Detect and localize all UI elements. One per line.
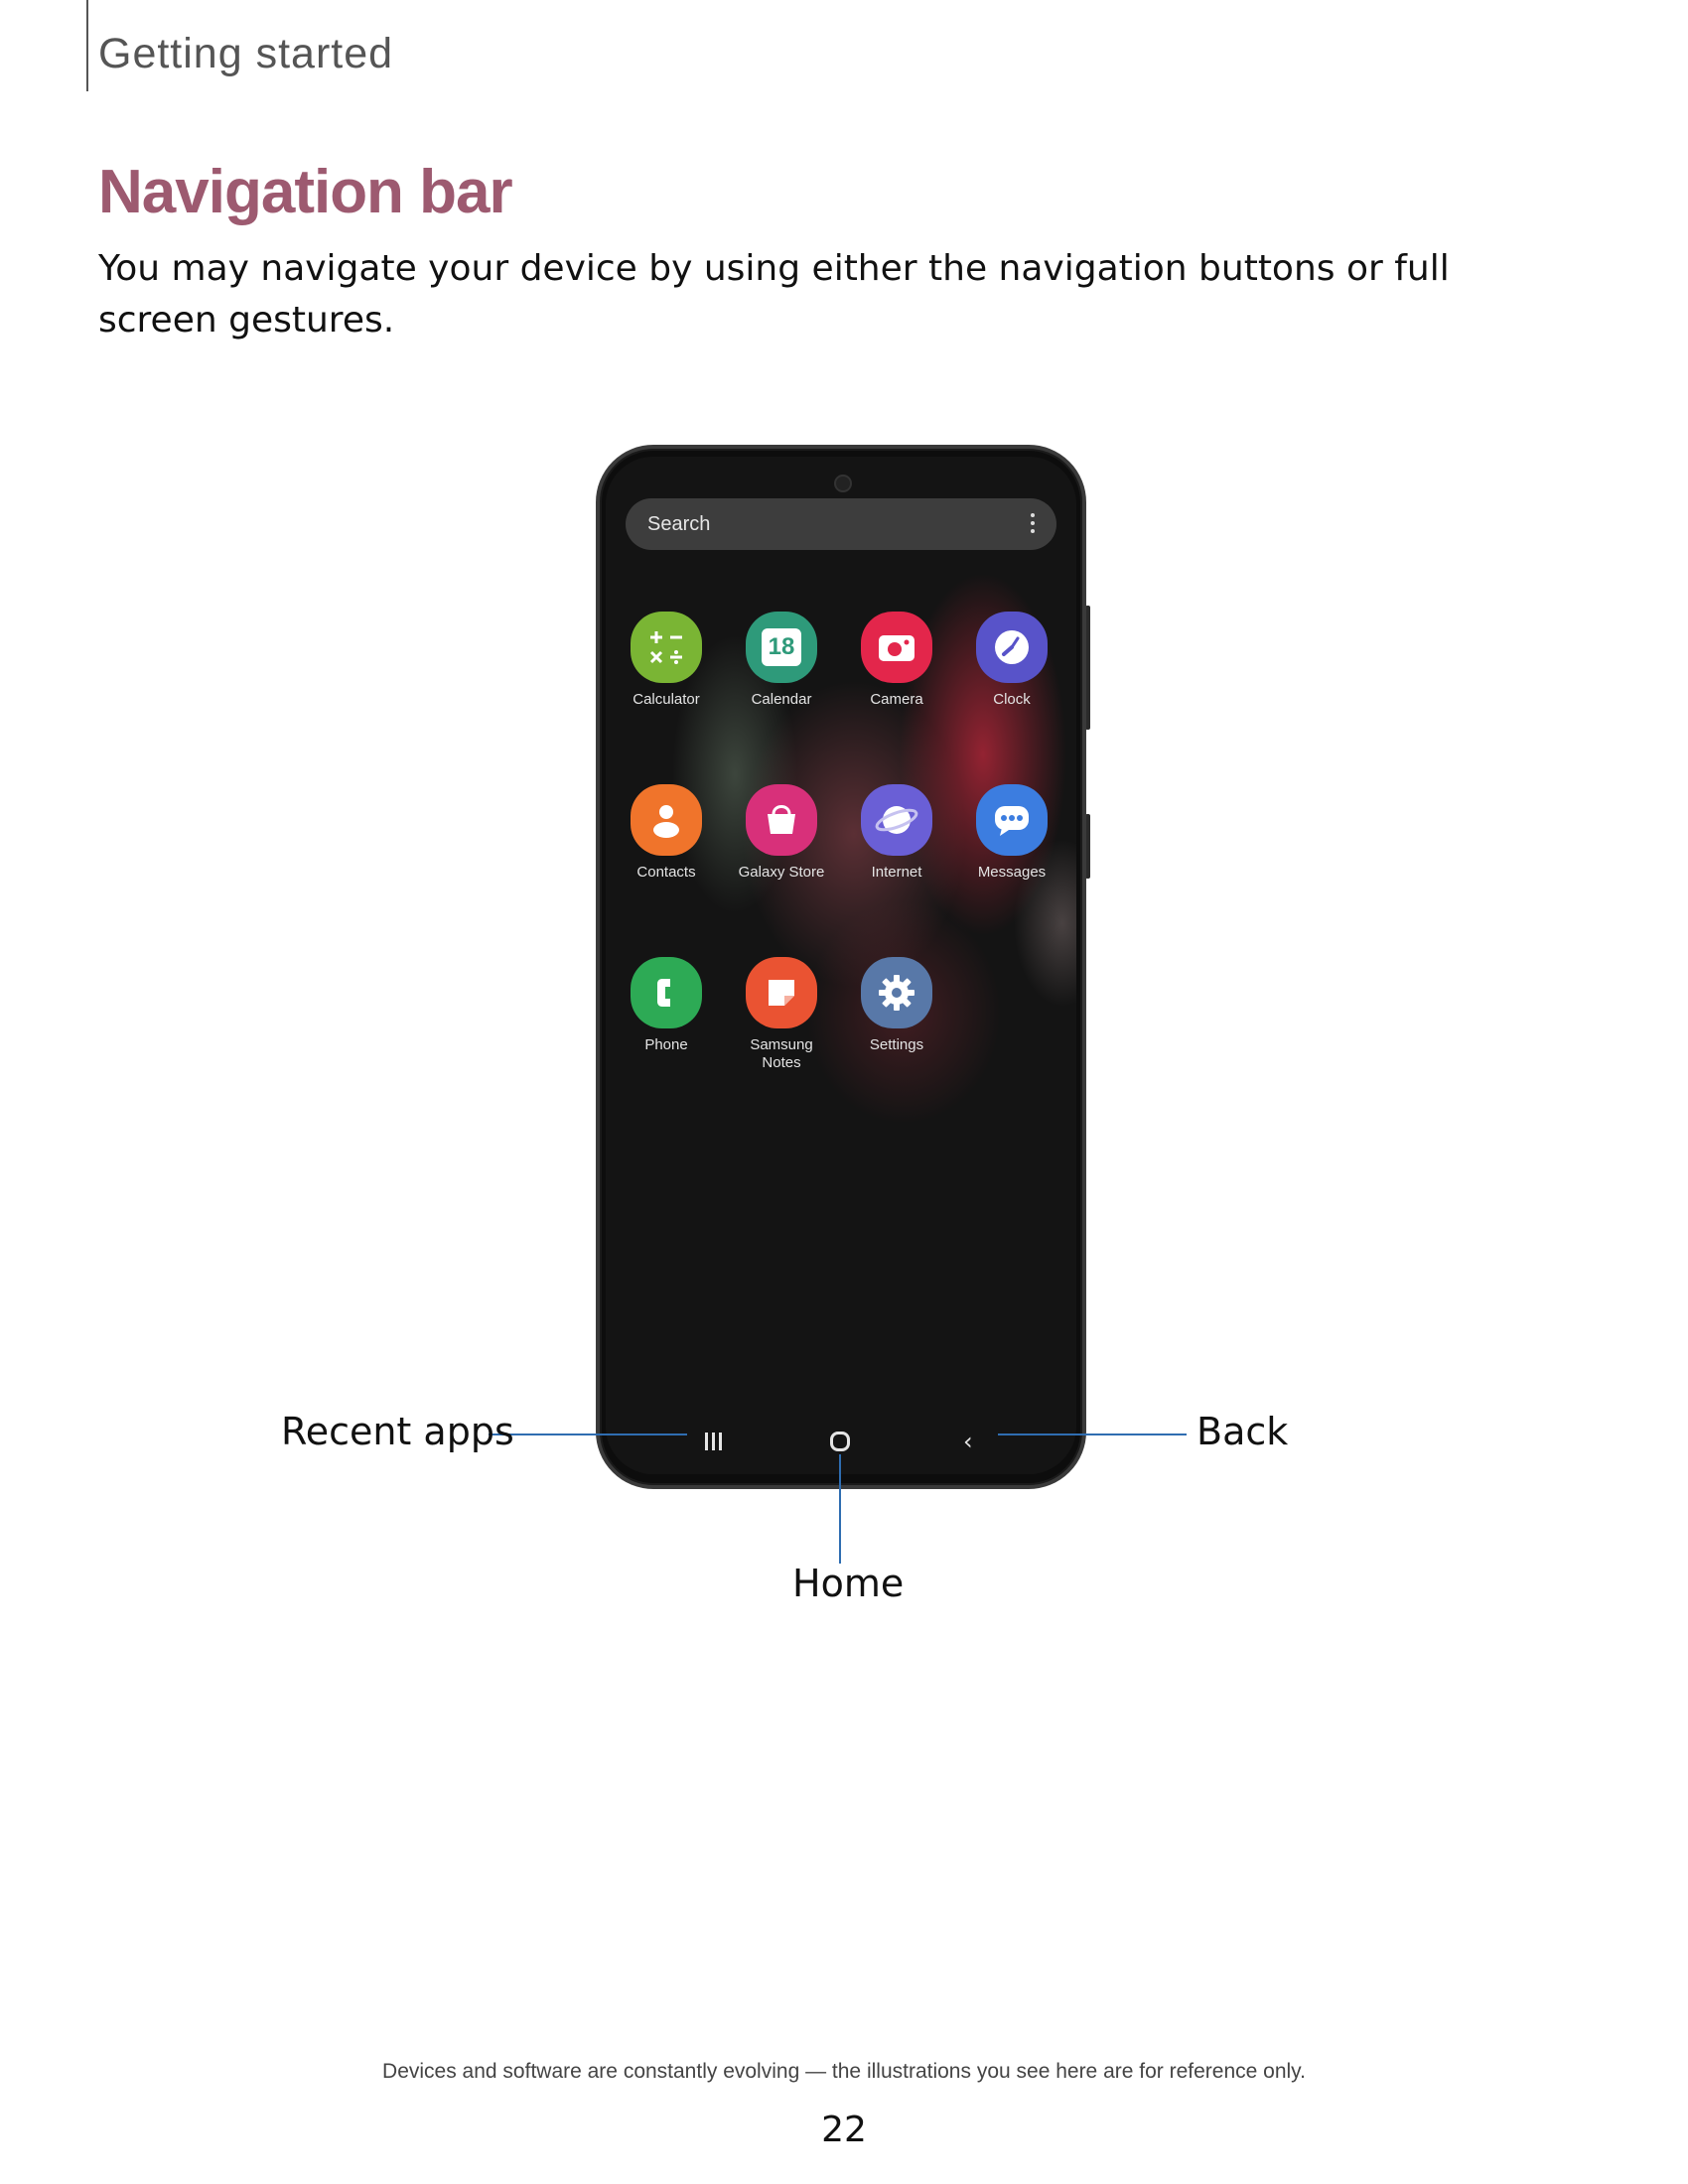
phone-screen: Search Calculator 18 Calendar Camera Clo… <box>606 457 1076 1474</box>
app-calculator[interactable]: Calculator <box>614 612 719 709</box>
footer-note: Devices and software are constantly evol… <box>382 2060 1306 2083</box>
app-contacts[interactable]: Contacts <box>614 784 719 882</box>
back-icon[interactable]: ‹ <box>963 1430 973 1453</box>
page-number: 22 <box>821 2110 867 2150</box>
recent-apps-icon[interactable] <box>705 1433 725 1452</box>
app-label: Settings <box>869 1036 924 1053</box>
home-icon[interactable] <box>830 1432 850 1451</box>
camera-icon <box>861 612 932 683</box>
calculator-icon <box>631 612 702 683</box>
app-settings[interactable]: Settings <box>844 957 949 1054</box>
contacts-icon <box>631 784 702 856</box>
galaxy-store-icon <box>746 784 817 856</box>
back-leader-line <box>998 1433 1187 1435</box>
app-internet[interactable]: Internet <box>844 784 949 882</box>
intro-paragraph: You may navigate your device by using ei… <box>98 248 1450 341</box>
internet-icon <box>861 784 932 856</box>
app-label: Internet <box>871 864 922 881</box>
settings-icon <box>861 957 932 1028</box>
back-callout: Back <box>1196 1410 1289 1453</box>
messages-icon <box>976 784 1048 856</box>
app-calendar[interactable]: 18 Calendar <box>729 612 834 709</box>
recent-apps-leader-line <box>489 1433 687 1435</box>
app-phone[interactable]: Phone <box>614 957 719 1054</box>
home-leader-line <box>839 1454 841 1564</box>
phone-icon <box>631 957 702 1028</box>
app-label: Galaxy Store <box>738 864 825 881</box>
app-grid: Calculator 18 Calendar Camera Clock Cont… <box>606 457 1076 1152</box>
app-messages[interactable]: Messages <box>959 784 1064 882</box>
recent-apps-callout: Recent apps <box>281 1410 514 1453</box>
app-label: Samsung Notes <box>750 1036 813 1071</box>
calendar-icon: 18 <box>746 612 817 683</box>
app-clock[interactable]: Clock <box>959 612 1064 709</box>
app-label: Messages <box>977 864 1047 881</box>
app-label: Clock <box>993 691 1031 708</box>
samsung-notes-icon <box>746 957 817 1028</box>
app-camera[interactable]: Camera <box>844 612 949 709</box>
section-title: Getting started <box>98 30 394 77</box>
clock-icon <box>976 612 1048 683</box>
app-label: Calculator <box>633 691 700 708</box>
home-callout: Home <box>792 1562 905 1605</box>
app-label: Calendar <box>751 691 812 708</box>
app-label: Camera <box>870 691 923 708</box>
calendar-date: 18 <box>768 633 795 660</box>
app-galaxy-store[interactable]: Galaxy Store <box>729 784 834 882</box>
app-samsung-notes[interactable]: Samsung Notes <box>729 957 834 1072</box>
page-heading: Navigation bar <box>98 158 513 226</box>
app-label: Phone <box>644 1036 688 1053</box>
header-rule <box>86 0 88 91</box>
app-label: Contacts <box>636 864 696 881</box>
